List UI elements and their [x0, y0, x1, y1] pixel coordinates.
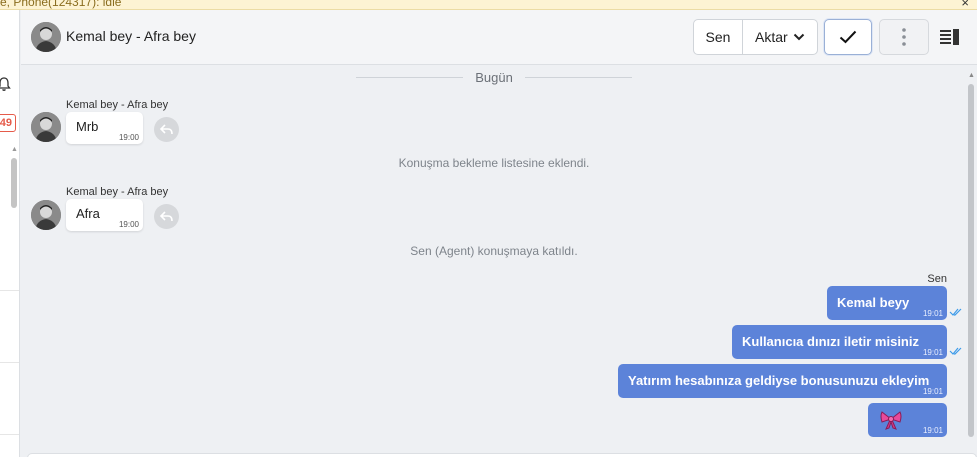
top-status-strip: e, Phone(124317): idle ×	[0, 0, 977, 10]
chat-scrollbar-thumb[interactable]	[968, 84, 974, 437]
outgoing-sender-name: Sen	[927, 273, 947, 285]
transfer-button-label: Aktar	[755, 29, 788, 45]
system-note: Sen (Agent) konuşmaya katıldı.	[410, 244, 578, 258]
avatar[interactable]	[31, 112, 61, 142]
message-time: 19:00	[118, 220, 139, 229]
incoming-message-bubble[interactable]: Mrb 19:00	[66, 112, 143, 144]
resolve-button[interactable]	[824, 19, 872, 55]
avatar[interactable]	[31, 200, 61, 230]
message-text: Yatırım hesabınıza geldiyse bonusunuzu e…	[628, 373, 930, 388]
list-divider	[0, 434, 19, 435]
outgoing-message-bubble[interactable]: Kullanıcıa dınızı iletir misiniz 19:01	[732, 325, 947, 359]
divider-line	[356, 76, 464, 78]
conversation-list-sidebar: 49 ▲	[0, 10, 20, 457]
message-sender-name: Kemal bey - Afra bey	[66, 186, 169, 198]
more-options-button[interactable]	[879, 19, 929, 55]
unread-count-badge[interactable]: 49	[0, 114, 16, 132]
outgoing-message-bubble[interactable]: 19:01	[868, 403, 947, 437]
avatar[interactable]	[31, 22, 61, 52]
date-label: Bugün	[475, 69, 513, 85]
toggle-side-panel-button[interactable]	[939, 27, 961, 47]
message-time: 19:00	[118, 133, 139, 142]
assign-to-me-button[interactable]: Sen	[694, 20, 743, 54]
system-note: Konuşma bekleme listesine eklendi.	[398, 156, 590, 170]
message-time: 19:01	[922, 426, 943, 435]
vertical-dots-icon	[902, 28, 906, 46]
message-text: Mrb	[76, 119, 99, 134]
message-sender-name: Kemal bey - Afra bey	[66, 99, 169, 111]
date-separator: Bugün	[356, 68, 632, 86]
ribbon-bow-icon	[880, 411, 902, 430]
chevron-down-icon	[793, 33, 804, 41]
bell-icon[interactable]	[0, 76, 12, 92]
scroll-up-arrow-icon[interactable]: ▲	[968, 72, 975, 79]
checkmark-icon	[839, 30, 857, 44]
outgoing-message-bubble[interactable]: Yatırım hesabınıza geldiyse bonusunuzu e…	[618, 364, 947, 398]
transfer-dropdown-button[interactable]: Aktar	[743, 20, 817, 54]
read-receipt-icon	[949, 347, 962, 355]
read-receipt-icon	[949, 308, 962, 316]
message-text: Kullanıcıa dınızı iletir misiniz	[742, 334, 919, 349]
message-thread: Bugün Kemal bey - Afra bey Mrb 19:00 Kon…	[21, 66, 977, 457]
side-panel-icon	[940, 29, 959, 45]
message-time: 19:01	[922, 348, 943, 357]
conversation-title: Kemal bey - Afra bey	[66, 28, 196, 44]
list-divider	[0, 362, 19, 363]
list-divider	[0, 290, 19, 291]
message-composer[interactable]	[27, 453, 977, 457]
phone-status-text: e, Phone(124317): idle	[0, 0, 122, 9]
reply-button[interactable]	[154, 117, 179, 142]
message-text: Kemal beyy	[837, 295, 910, 310]
message-time: 19:01	[922, 309, 943, 318]
message-time: 19:01	[922, 387, 943, 396]
close-icon[interactable]: ×	[961, 0, 969, 9]
incoming-message-bubble[interactable]: Afra 19:00	[66, 199, 143, 231]
sidebar-scrollbar-thumb[interactable]	[11, 158, 17, 208]
reply-arrow-icon	[160, 124, 173, 135]
scroll-up-arrow-icon[interactable]: ▲	[11, 146, 18, 153]
outgoing-message-bubble[interactable]: Kemal beyy 19:01	[827, 286, 947, 320]
divider-line	[524, 76, 632, 78]
action-button-group: Sen Aktar	[693, 19, 818, 55]
reply-button[interactable]	[154, 204, 179, 229]
chat-header: Kemal bey - Afra bey Sen Aktar	[21, 10, 977, 65]
reply-arrow-icon	[160, 211, 173, 222]
message-text: Afra	[76, 206, 100, 221]
